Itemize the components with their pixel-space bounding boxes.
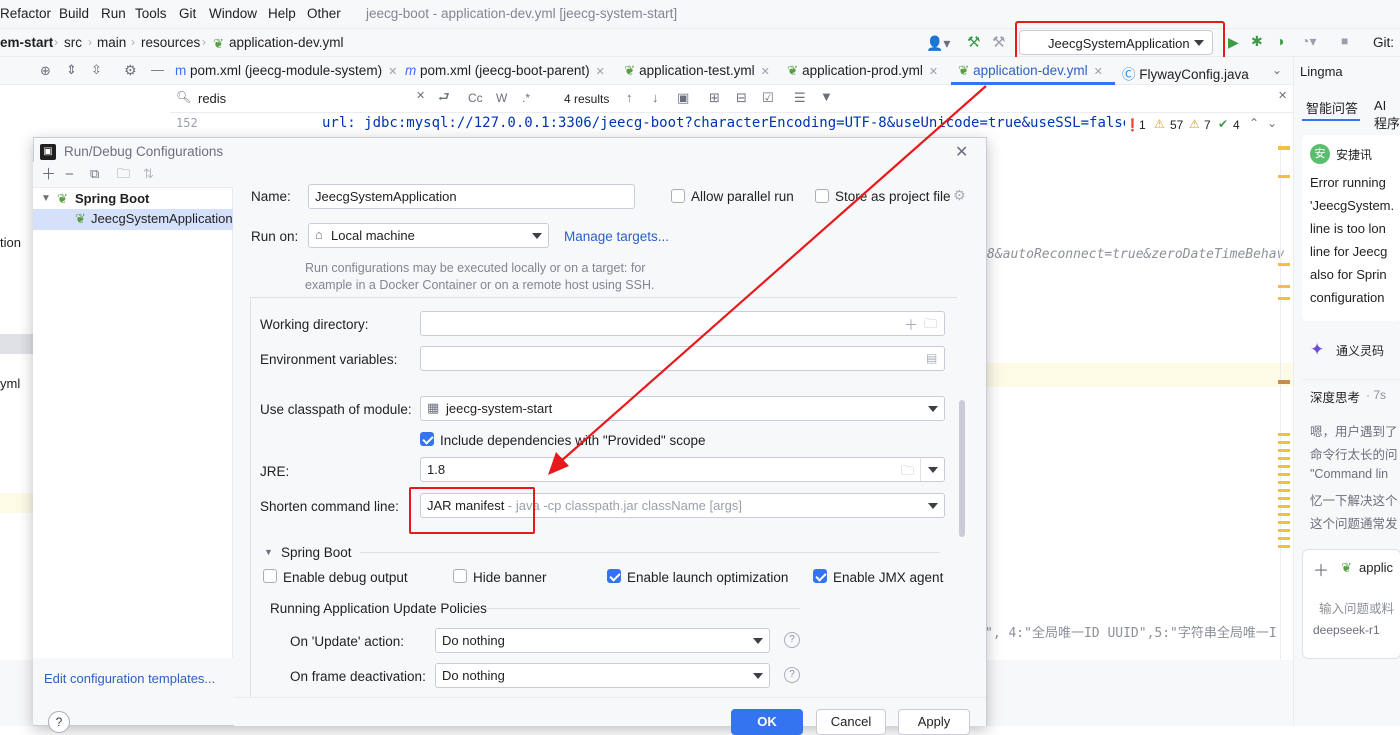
arrow-line <box>559 85 987 463</box>
annotation-arrow <box>548 85 987 475</box>
